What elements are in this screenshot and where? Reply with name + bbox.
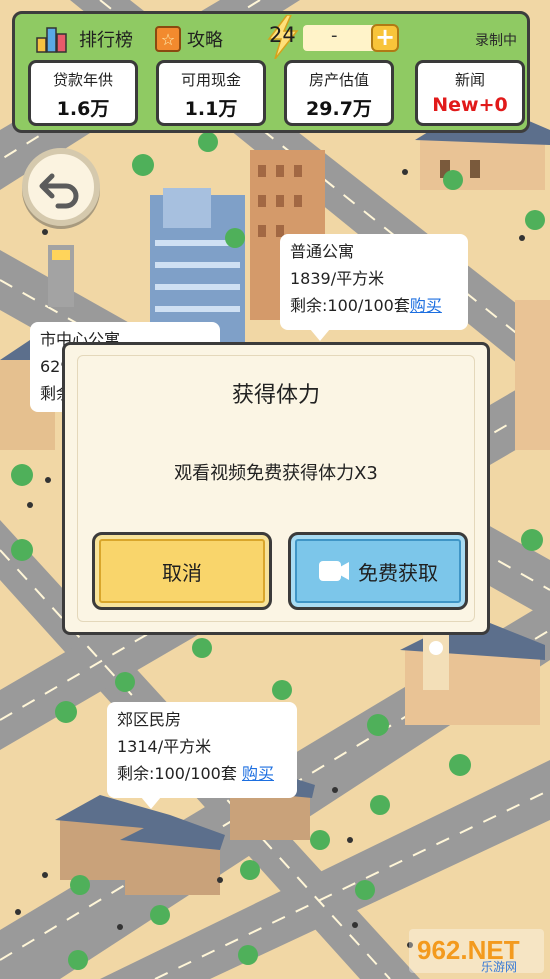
rank-button[interactable]: 排行榜	[35, 24, 133, 54]
stat-property-value[interactable]: 房产估值 29.7万	[284, 60, 394, 126]
recording-status: 录制中	[475, 33, 517, 49]
site-watermark: 962.NET 乐游网	[409, 929, 544, 974]
apartment-info-bubble[interactable]: 普通公寓 1839/平方米 剩余:100/100套购买	[280, 234, 468, 341]
apartment-remaining: 剩余:100/100套	[290, 296, 410, 315]
suburb-name: 郊区民房	[117, 710, 182, 729]
free-claim-button[interactable]: 免费获取	[288, 532, 468, 610]
apartment-name: 普通公寓	[290, 242, 355, 261]
free-claim-label: 免费获取	[358, 560, 438, 585]
bubble-tail	[310, 329, 330, 341]
stat-value: 29.7万	[306, 98, 372, 120]
undo-arrow-icon	[39, 173, 79, 209]
energy-separator: -	[331, 25, 338, 46]
stat-label: 新闻	[454, 71, 485, 89]
energy-dialog: 获得体力 观看视频免费获得体力X3 取消 免费获取	[62, 342, 490, 635]
stat-value: 1.1万	[184, 98, 238, 120]
guide-label: 攻略	[187, 30, 223, 51]
dialog-message: 观看视频免费获得体力X3	[174, 463, 378, 484]
dialog-title: 获得体力	[231, 383, 320, 408]
star-icon: ☆	[155, 26, 181, 52]
cancel-label: 取消	[162, 560, 202, 585]
guide-button[interactable]: ☆ 攻略	[155, 24, 223, 54]
energy-value: 24	[269, 23, 296, 47]
stat-label: 贷款年供	[52, 71, 113, 89]
energy-bar	[303, 25, 381, 51]
suburb-buy-link[interactable]: 购买	[242, 764, 274, 783]
top-hud-panel: 排行榜 ☆ 攻略 24 - + 录制中 贷款年供 1.6万 可用现金 1.1万 …	[12, 11, 530, 133]
stat-label: 房产估值	[308, 71, 369, 89]
apartment-buy-link[interactable]: 购买	[410, 296, 442, 315]
suburb-info-bubble[interactable]: 郊区民房 1314/平方米 剩余:100/100套 购买	[107, 702, 297, 809]
rank-label: 排行榜	[79, 30, 133, 51]
stat-label: 可用现金	[180, 71, 241, 89]
add-energy-button[interactable]: +	[371, 24, 399, 52]
stat-value: 1.6万	[56, 98, 110, 120]
leaderboard-icon	[35, 26, 67, 53]
stat-cash[interactable]: 可用现金 1.1万	[156, 60, 266, 126]
suburb-remaining: 剩余:100/100套	[117, 764, 237, 783]
stat-value: New+0	[432, 94, 508, 116]
energy-counter: 24 - +	[267, 15, 402, 59]
apartment-price: 1839/平方米	[290, 269, 385, 288]
stat-loan-payment[interactable]: 贷款年供 1.6万	[28, 60, 138, 126]
watermark-sub: 乐游网	[481, 960, 517, 973]
suburb-price: 1314/平方米	[117, 737, 212, 756]
stat-news[interactable]: 新闻 New+0	[415, 60, 525, 126]
back-button[interactable]	[22, 148, 100, 226]
bubble-tail	[141, 797, 161, 809]
cancel-button[interactable]: 取消	[92, 532, 272, 610]
video-camera-icon	[319, 561, 349, 581]
